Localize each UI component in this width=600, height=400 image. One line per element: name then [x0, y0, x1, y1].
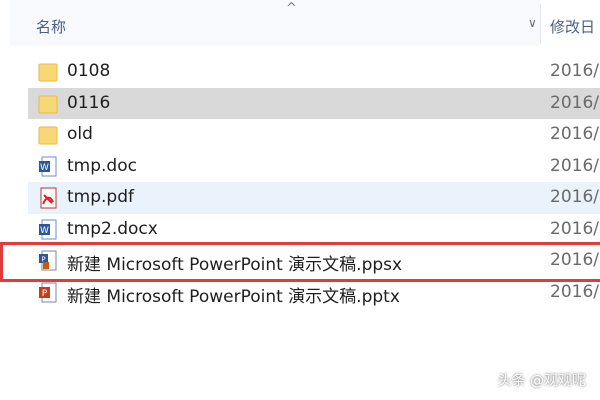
- file-name: tmp.pdf: [67, 187, 134, 207]
- pdf-icon: [40, 187, 57, 209]
- file-date: 2016/: [550, 281, 599, 302]
- date-modified-column-header[interactable]: 修改日: [550, 16, 595, 37]
- column-header: 名称 ^ ∨ 修改日: [0, 0, 600, 46]
- red-highlight-edge: [0, 242, 3, 282]
- name-column-header[interactable]: 名称 ^ ∨: [10, 0, 540, 46]
- file-name: 0116: [67, 92, 111, 113]
- file-name: 0108: [67, 61, 111, 81]
- file-row[interactable]: W tmp2.docx 2016/: [0, 214, 600, 246]
- folder-icon: [38, 63, 58, 82]
- file-name: old: [67, 124, 93, 144]
- chevron-down-icon[interactable]: ∨: [528, 16, 537, 30]
- name-column-label: 名称: [36, 18, 67, 36]
- file-date: 2016/: [550, 218, 599, 239]
- sort-ascending-icon: ^: [286, 1, 297, 16]
- file-name: tmp2.docx: [67, 218, 158, 239]
- file-name: tmp.doc: [67, 155, 137, 176]
- folder-icon: [38, 126, 58, 145]
- file-date: 2016/: [550, 92, 599, 113]
- svg-text:P: P: [42, 289, 48, 299]
- folder-icon: [38, 95, 58, 113]
- watermark: 头条 @观观呢: [497, 373, 586, 389]
- file-row[interactable]: old 2016/: [0, 119, 600, 151]
- svg-text:W: W: [40, 163, 49, 173]
- file-row[interactable]: 0108 2016/: [0, 56, 600, 88]
- svg-text:W: W: [40, 226, 49, 236]
- file-row[interactable]: 0116 2016/: [0, 87, 600, 119]
- file-date: 2016/: [550, 61, 599, 81]
- pptx-icon: P: [39, 282, 57, 302]
- file-row[interactable]: W tmp.doc 2016/: [0, 151, 600, 183]
- word-doc-icon: W: [39, 219, 57, 239]
- column-divider[interactable]: [540, 4, 541, 44]
- red-highlight-box: [0, 242, 600, 282]
- word-doc-icon: W: [39, 156, 57, 176]
- file-row[interactable]: tmp.pdf 2016/: [0, 182, 600, 214]
- file-date: 2016/: [550, 155, 599, 176]
- file-name: 新建 Microsoft PowerPoint 演示文稿.pptx: [67, 286, 400, 307]
- file-date: 2016/: [550, 187, 599, 207]
- file-date: 2016/: [550, 124, 599, 144]
